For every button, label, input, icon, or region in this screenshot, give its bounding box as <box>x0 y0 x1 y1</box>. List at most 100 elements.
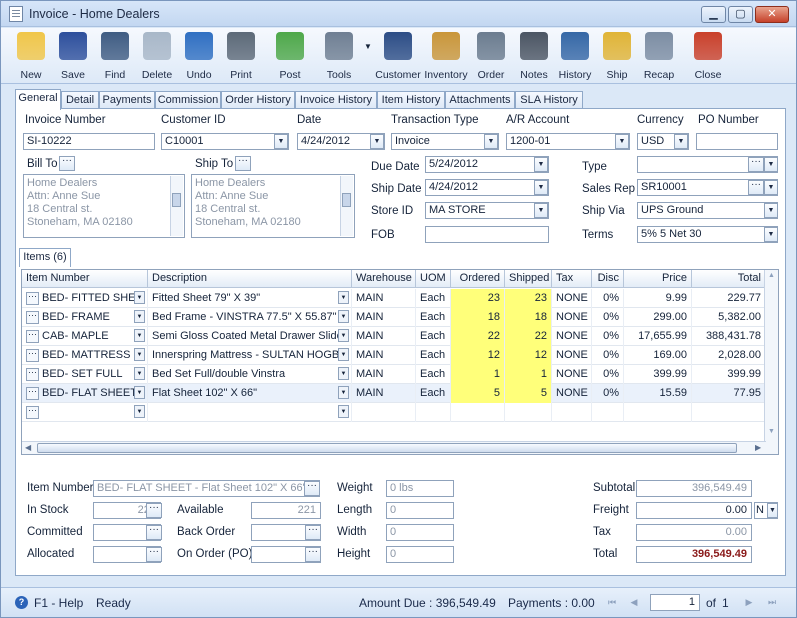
cell-item[interactable]: ··· ▼ <box>22 403 148 422</box>
row-dropdown-icon[interactable]: ▼ <box>338 291 349 304</box>
minimize-button[interactable]: ▁ <box>701 6 726 23</box>
cell-disc[interactable]: 0% <box>592 308 624 327</box>
store-id-dropdown[interactable]: ▼ <box>534 203 548 218</box>
cell-ordered[interactable]: 1 <box>451 365 505 384</box>
table-row[interactable]: ··· CAB- MAPLE ▼ Semi Gloss Coated Metal Dr… <box>22 327 766 346</box>
cell-desc[interactable]: Fitted Sheet 79" X 39" ▼ <box>148 289 352 308</box>
scroll-left-icon[interactable]: ◀ <box>25 443 31 452</box>
scroll-down-icon[interactable]: ▼ <box>768 428 775 435</box>
page-number-field[interactable]: 1 <box>650 594 700 611</box>
ship-date-field[interactable]: 4/24/2012 <box>425 179 549 196</box>
row-dropdown-icon[interactable]: ▼ <box>134 405 145 418</box>
row-lookup-icon[interactable]: ··· <box>26 348 39 362</box>
transaction-type-select[interactable]: Invoice <box>391 133 499 150</box>
scroll-up-icon[interactable]: ▲ <box>768 272 775 279</box>
row-dropdown-icon[interactable]: ▼ <box>134 367 145 380</box>
tools-dropdown-icon[interactable]: ▼ <box>364 42 372 51</box>
col-item-number[interactable]: Item Number <box>22 270 148 288</box>
cell-wh[interactable]: MAIN <box>352 308 416 327</box>
row-lookup-icon[interactable]: ··· <box>26 386 39 400</box>
cell-price[interactable]: 399.99 <box>624 365 692 384</box>
table-row[interactable]: ··· BED- FLAT SHEET ▼ Flat Sheet 102" X 66"… <box>22 384 766 403</box>
col-disc[interactable]: Disc <box>592 270 624 288</box>
cell-uom[interactable]: Each <box>416 346 451 365</box>
cell-wh[interactable]: MAIN <box>352 289 416 308</box>
row-lookup-icon[interactable]: ··· <box>26 310 39 324</box>
col-description[interactable]: Description <box>148 270 352 288</box>
table-row[interactable]: ··· BED- FITTED SHEE ▼ Fitted Sheet 79" X 3… <box>22 289 766 308</box>
col-uom[interactable]: UOM <box>416 270 451 288</box>
col-total[interactable]: Total <box>692 270 766 288</box>
customer-id-field[interactable]: C10001 <box>161 133 289 150</box>
cell-shipped[interactable]: 12 <box>505 346 552 365</box>
row-lookup-icon[interactable]: ··· <box>26 291 39 305</box>
cell-price[interactable]: 9.99 <box>624 289 692 308</box>
next-page-icon[interactable]: ▶ <box>742 595 756 609</box>
last-page-icon[interactable]: ⏭ <box>765 595 779 609</box>
date-picker-dropdown[interactable]: ▼ <box>370 134 384 149</box>
cell-total[interactable]: 2,028.00 <box>692 346 766 365</box>
cell-total[interactable]: 77.95 <box>692 384 766 403</box>
tab-sla-history[interactable]: SLA History <box>515 91 583 109</box>
cell-desc[interactable]: Innerspring Mattress - SULTAN HOGBO ▼ <box>148 346 352 365</box>
fob-field[interactable] <box>425 226 549 243</box>
cell-item[interactable]: ··· CAB- MAPLE ▼ <box>22 327 148 346</box>
cell-uom[interactable]: Each <box>416 365 451 384</box>
bill-to-scroll-thumb[interactable] <box>172 193 181 207</box>
cell-disc[interactable]: 0% <box>592 365 624 384</box>
committed-lookup-button[interactable]: ··· <box>146 525 162 540</box>
cell-ordered[interactable]: 22 <box>451 327 505 346</box>
cell-tax[interactable]: NONE <box>552 365 592 384</box>
cell-price[interactable]: 17,655.99 <box>624 327 692 346</box>
cell-uom[interactable]: Each <box>416 384 451 403</box>
cell-wh[interactable] <box>352 403 416 422</box>
tab-detail[interactable]: Detail <box>61 91 99 109</box>
cell-shipped[interactable]: 18 <box>505 308 552 327</box>
back-order-lookup-button[interactable]: ··· <box>305 525 321 540</box>
type-lookup-button[interactable]: ··· <box>748 157 764 172</box>
col-ordered[interactable]: Ordered <box>451 270 505 288</box>
cell-disc[interactable]: 0% <box>592 327 624 346</box>
cell-disc[interactable]: 0% <box>592 289 624 308</box>
cell-ordered[interactable]: 23 <box>451 289 505 308</box>
ship-to-scroll-thumb[interactable] <box>342 193 351 207</box>
grid-vertical-scrollbar[interactable]: ▲ ▼ <box>764 270 778 454</box>
cell-price[interactable] <box>624 403 692 422</box>
row-dropdown-icon[interactable]: ▼ <box>134 348 145 361</box>
cell-ordered[interactable]: 12 <box>451 346 505 365</box>
table-row[interactable]: ··· BED- FRAME ▼ Bed Frame - VINSTRA 77.5" … <box>22 308 766 327</box>
cell-item[interactable]: ··· BED- FLAT SHEET ▼ <box>22 384 148 403</box>
sales-rep-dropdown[interactable]: ▼ <box>764 180 778 195</box>
type-dropdown[interactable]: ▼ <box>764 157 778 172</box>
cell-price[interactable]: 169.00 <box>624 346 692 365</box>
row-lookup-icon[interactable]: ··· <box>26 405 39 419</box>
tab-order-history[interactable]: Order History <box>221 91 295 109</box>
cell-wh[interactable]: MAIN <box>352 384 416 403</box>
ship-via-dropdown[interactable]: ▼ <box>764 203 778 218</box>
table-row[interactable]: ··· BED- SET FULL ▼ Bed Set Full/double Vin… <box>22 365 766 384</box>
scroll-right-icon[interactable]: ▶ <box>755 443 761 452</box>
cell-item[interactable]: ··· BED- MATTRESS ▼ <box>22 346 148 365</box>
tab-commission[interactable]: Commission <box>155 91 221 109</box>
row-dropdown-icon[interactable]: ▼ <box>134 386 145 399</box>
cell-total[interactable]: 399.99 <box>692 365 766 384</box>
item-number-lookup-button[interactable]: ··· <box>304 481 320 496</box>
terms-select[interactable]: 5% 5 Net 30 <box>637 226 778 243</box>
customer-id-dropdown[interactable]: ▼ <box>274 134 288 149</box>
cell-tax[interactable]: NONE <box>552 289 592 308</box>
cell-item[interactable]: ··· BED- FRAME ▼ <box>22 308 148 327</box>
cell-tax[interactable] <box>552 403 592 422</box>
tab-item-history[interactable]: Item History <box>377 91 445 109</box>
cell-desc[interactable]: Bed Set Full/double Vinstra ▼ <box>148 365 352 384</box>
cell-tax[interactable]: NONE <box>552 346 592 365</box>
cell-price[interactable]: 299.00 <box>624 308 692 327</box>
row-lookup-icon[interactable]: ··· <box>26 367 39 381</box>
ship-date-dropdown[interactable]: ▼ <box>534 180 548 195</box>
cell-wh[interactable]: MAIN <box>352 346 416 365</box>
cell-disc[interactable]: 0% <box>592 384 624 403</box>
row-dropdown-icon[interactable]: ▼ <box>338 348 349 361</box>
ship-via-select[interactable]: UPS Ground <box>637 202 778 219</box>
in-stock-lookup-button[interactable]: ··· <box>146 503 162 518</box>
on-order-lookup-button[interactable]: ··· <box>305 547 321 562</box>
help-icon[interactable]: ? <box>15 596 28 609</box>
